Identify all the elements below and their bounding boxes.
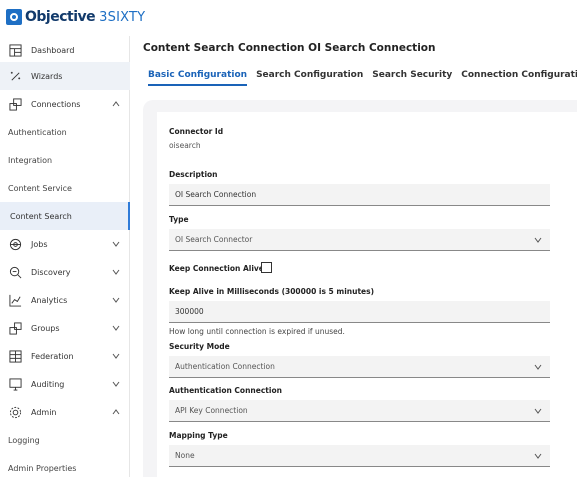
keep-alive-ms-value: 300000 [175,307,204,316]
security-mode-select[interactable]: Authentication Connection [169,356,550,378]
auditing-icon [8,377,22,391]
sidebar-item-federation[interactable]: Federation [0,342,130,370]
groups-icon [8,321,22,335]
mapping-type-value: None [175,451,195,460]
tab-basic-configuration[interactable]: Basic Configuration [148,70,248,86]
chevron-down-icon [112,353,120,359]
sidebar-item-label: Admin [31,407,57,417]
tab-bar: Basic Configuration Search Configuration… [148,70,577,86]
sidebar-item-groups[interactable]: Groups [0,314,130,342]
keep-alive-checkbox[interactable] [261,262,272,273]
security-mode-value: Authentication Connection [175,362,275,371]
sidebar-item-analytics[interactable]: Analytics [0,286,130,314]
sidebar-item-discovery[interactable]: Discovery [0,258,130,286]
keep-alive-ms-input[interactable]: 300000 [169,301,550,323]
chevron-down-icon [534,237,542,243]
sidebar-item-label: Content Service [8,183,72,193]
description-value: OI Search Connection [175,190,257,199]
type-select[interactable]: OI Search Connector [169,229,550,251]
wand-icon [8,69,22,83]
admin-icon [8,405,22,419]
auth-connection-select[interactable]: API Key Connection [169,400,550,422]
logo-text-bold: Objective [25,9,96,25]
sidebar-item-logging[interactable]: Logging [0,426,130,454]
connector-id-label: Connector Id [169,127,224,136]
keep-alive-ms-label: Keep Alive in Milliseconds (300000 is 5 … [169,287,375,296]
chevron-down-icon [112,381,120,387]
chevron-down-icon [534,364,542,370]
basic-configuration-form: Connector Id oisearch Description OI Sea… [157,112,577,477]
form-panel: Connector Id oisearch Description OI Sea… [143,100,577,477]
chevron-down-icon [112,297,120,303]
connections-icon [8,97,22,111]
sidebar-item-content-service[interactable]: Content Service [0,174,130,202]
discovery-icon [8,265,22,279]
keep-alive-ms-help: How long until connection is expired if … [169,327,345,336]
type-value: OI Search Connector [175,235,253,244]
chevron-down-icon [534,408,542,414]
sidebar-item-label: Groups [31,323,60,333]
mapping-type-label: Mapping Type [169,431,228,440]
sidebar-item-label: Dashboard [31,45,75,55]
sidebar-item-auditing[interactable]: Auditing [0,370,130,398]
description-field[interactable]: OI Search Connection [169,184,550,206]
sidebar-item-label: Discovery [31,267,71,277]
dashboard-icon [8,43,22,57]
sidebar-item-jobs[interactable]: Jobs [0,230,130,258]
chevron-up-icon [112,101,120,107]
chevron-up-icon [112,409,120,415]
auth-connection-label: Authentication Connection [169,386,282,395]
chevron-down-icon [112,269,120,275]
sidebar-item-label: Connections [31,99,81,109]
sidebar-item-label: Logging [8,435,40,445]
description-label: Description [169,170,218,179]
sidebar-item-dashboard[interactable]: Dashboard [0,36,130,64]
auth-connection-value: API Key Connection [175,406,248,415]
tab-search-security[interactable]: Search Security [372,70,452,86]
sidebar-item-admin-properties[interactable]: Admin Properties [0,454,130,477]
jobs-icon [8,237,22,251]
sidebar-item-label: Admin Properties [8,463,77,473]
keep-alive-label: Keep Connection Alive: [169,264,267,273]
sidebar-item-label: Jobs [31,239,48,249]
app-logo: Objective 3SIXTY [6,8,145,26]
sidebar-item-authentication[interactable]: Authentication [0,118,130,146]
sidebar-item-label: Content Search [10,211,72,221]
tab-search-configuration[interactable]: Search Configuration [256,70,363,86]
chevron-down-icon [112,241,120,247]
sidebar-item-label: Federation [31,351,74,361]
logo-icon [6,9,22,25]
security-mode-label: Security Mode [169,342,230,351]
sidebar-item-content-search[interactable]: Content Search [0,202,130,230]
chevron-down-icon [534,453,542,459]
sidebar-item-label: Wizards [31,71,63,81]
sidebar-item-integration[interactable]: Integration [0,146,130,174]
chevron-down-icon [112,325,120,331]
analytics-icon [8,293,22,307]
sidebar-item-label: Authentication [8,127,67,137]
sidebar-item-label: Analytics [31,295,68,305]
sidebar-item-connections[interactable]: Connections [0,90,130,118]
sidebar-item-wizards[interactable]: Wizards [0,62,130,90]
type-label: Type [169,215,189,224]
sidebar-item-admin[interactable]: Admin [0,398,130,426]
mapping-type-select[interactable]: None [169,445,550,467]
tab-connection-configuration[interactable]: Connection Configuration [461,70,577,86]
page-title: Content Search Connection OI Search Conn… [143,42,436,54]
logo-text-light: 3SIXTY [99,9,146,25]
sidebar-item-label: Integration [8,155,53,165]
connector-id-value: oisearch [169,141,201,150]
federation-icon [8,349,22,363]
sidebar-item-label: Auditing [31,379,65,389]
sidebar: Dashboard Wizards Connections Authentica… [0,36,130,477]
